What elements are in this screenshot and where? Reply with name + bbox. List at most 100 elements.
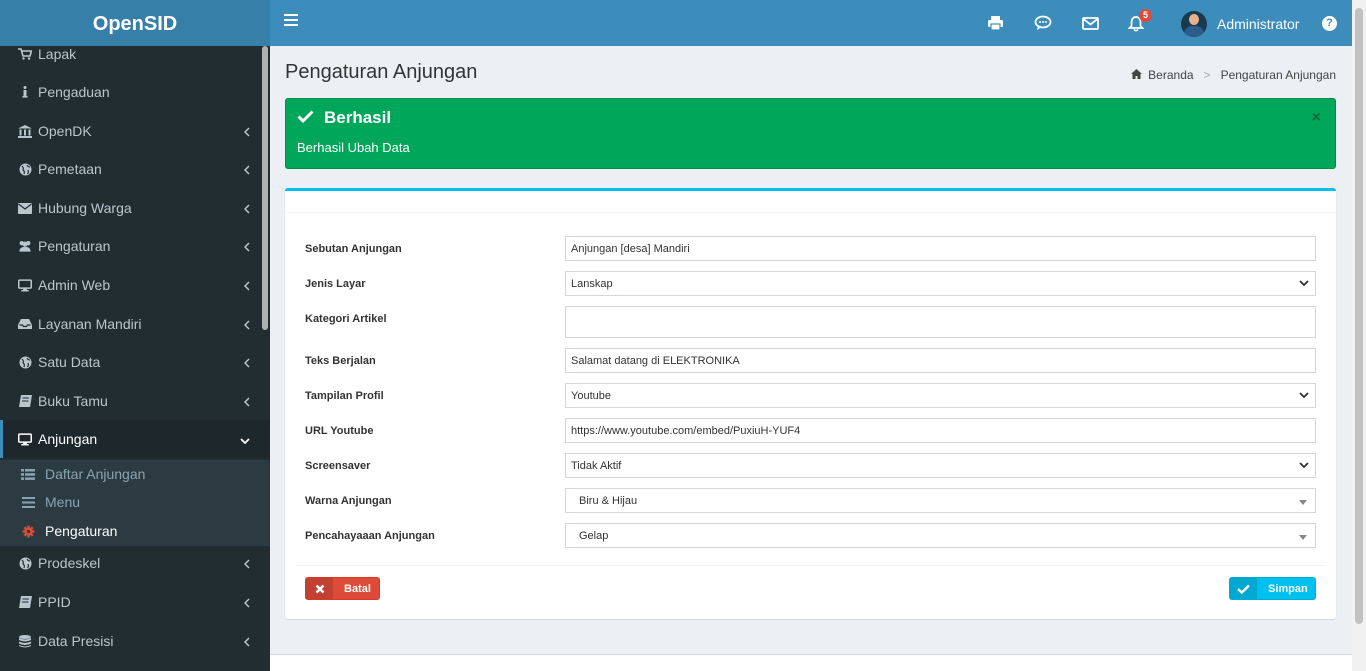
label-jenis-layar: Jenis Layar bbox=[305, 278, 366, 290]
field-value: Salamat datang di ELEKTRONIKA bbox=[571, 354, 740, 367]
chevron-left-icon bbox=[243, 595, 250, 611]
alert-title: Berhasil bbox=[297, 108, 391, 128]
sidebar-item-pengaduan[interactable]: Pengaduan bbox=[0, 73, 270, 111]
desktop-icon bbox=[18, 432, 32, 446]
close-icon[interactable]: × bbox=[1312, 109, 1321, 127]
chevron-left-icon bbox=[243, 634, 250, 650]
gear-icon bbox=[21, 525, 35, 538]
chevron-left-icon bbox=[243, 201, 250, 217]
page-scrollbar[interactable] bbox=[1352, 0, 1366, 671]
field-value: Anjungan [desa] Mandiri bbox=[571, 242, 690, 255]
book-icon bbox=[18, 596, 32, 608]
printer-icon[interactable] bbox=[984, 12, 1006, 34]
sidebar-item-pengaturan[interactable]: Pengaturan bbox=[0, 227, 270, 265]
field-value: Biru & Hijau bbox=[579, 494, 638, 507]
chevron-left-icon bbox=[243, 317, 250, 333]
chevron-left-icon bbox=[243, 355, 250, 371]
inbox-icon bbox=[18, 318, 32, 330]
sidebar-item-label: Satu Data bbox=[38, 354, 101, 370]
envelope-icon bbox=[18, 202, 32, 214]
sidebar-item-layanan-mandiri[interactable]: Layanan Mandiri bbox=[0, 305, 270, 343]
tampilan-profil-select[interactable]: Youtube bbox=[565, 383, 1316, 408]
label-url-youtube: URL Youtube bbox=[305, 425, 374, 437]
chevron-left-icon bbox=[243, 556, 250, 572]
sidebar-item-buku-tamu[interactable]: Buku Tamu bbox=[0, 382, 270, 420]
submenu-item-daftar-anjungan[interactable]: Daftar Anjungan bbox=[0, 460, 270, 488]
database-icon bbox=[18, 634, 32, 648]
globe-icon bbox=[18, 356, 32, 369]
book-icon bbox=[18, 395, 32, 407]
sidebar-item-label: Pemetaan bbox=[38, 161, 102, 177]
desktop-icon bbox=[18, 278, 32, 292]
page-footer bbox=[270, 654, 1352, 671]
box-header-divider bbox=[285, 212, 1336, 213]
app-logo[interactable]: OpenSID bbox=[0, 0, 270, 46]
sidebar-item-data-presisi[interactable]: Data Presisi bbox=[0, 622, 270, 660]
globe-icon bbox=[18, 163, 32, 176]
list-icon bbox=[21, 468, 35, 480]
breadcrumb-separator: > bbox=[1203, 68, 1211, 82]
sidebar-item-pemetaan[interactable]: Pemetaan bbox=[0, 150, 270, 188]
avatar bbox=[1181, 11, 1207, 37]
label-tampilan-profil: Tampilan Profil bbox=[305, 390, 384, 402]
sidebar-item-ppid[interactable]: PPID bbox=[0, 583, 270, 621]
submenu-item-label: Menu bbox=[45, 494, 81, 510]
sidebar-item-label: Lapak bbox=[38, 46, 77, 62]
sidebar-item-label: Anjungan bbox=[38, 431, 98, 447]
help-icon[interactable]: ? bbox=[1322, 16, 1337, 31]
sebutan-anjungan-input[interactable]: Anjungan [desa] Mandiri bbox=[565, 236, 1316, 261]
teks-berjalan-input[interactable]: Salamat datang di ELEKTRONIKA bbox=[565, 348, 1316, 373]
sidebar-toggle-icon[interactable] bbox=[284, 14, 298, 30]
kategori-artikel-multiselect[interactable] bbox=[565, 306, 1316, 338]
sidebar-item-anjungan[interactable]: Anjungan bbox=[0, 420, 270, 458]
sidebar-scrollbar[interactable] bbox=[262, 46, 268, 330]
bars-icon bbox=[21, 496, 35, 508]
breadcrumb-home-link[interactable]: Beranda bbox=[1148, 68, 1193, 82]
user-menu[interactable]: Administrator bbox=[1181, 10, 1299, 38]
sidebar-item-hubung-warga[interactable]: Hubung Warga bbox=[0, 189, 270, 227]
check-icon bbox=[1230, 578, 1257, 599]
sidebar: Lapak Pengaduan OpenDK Pemetaan Hubung W… bbox=[0, 46, 270, 671]
field-value: Tidak Aktif bbox=[571, 459, 622, 472]
chevron-down-icon bbox=[1299, 460, 1309, 472]
warna-anjungan-select[interactable]: Biru & Hijau bbox=[565, 488, 1316, 513]
label-kategori-artikel: Kategori Artikel bbox=[305, 313, 387, 325]
jenis-layar-select[interactable]: Lanskap bbox=[565, 271, 1316, 296]
cancel-button[interactable]: Batal bbox=[305, 577, 380, 600]
caret-down-icon bbox=[1299, 500, 1307, 505]
cart-icon bbox=[18, 48, 32, 60]
chevron-left-icon bbox=[243, 124, 250, 140]
sidebar-item-lapak[interactable]: Lapak bbox=[0, 46, 270, 73]
sidebar-item-label: Prodeskel bbox=[38, 555, 101, 571]
url-youtube-input[interactable]: https://www.youtube.com/embed/PuxiuH-YUF… bbox=[565, 418, 1316, 443]
chevron-down-icon bbox=[1299, 278, 1309, 290]
pencahayaan-anjungan-select[interactable]: Gelap bbox=[565, 523, 1316, 548]
chevron-down-icon bbox=[240, 432, 250, 448]
sidebar-item-prodeskel[interactable]: Prodeskel bbox=[0, 544, 270, 582]
label-teks-berjalan: Teks Berjalan bbox=[305, 355, 376, 367]
mail-icon[interactable] bbox=[1079, 12, 1101, 34]
sidebar-item-label: Admin Web bbox=[38, 277, 111, 293]
sidebar-item-opendk[interactable]: OpenDK bbox=[0, 112, 270, 150]
box-footer-divider bbox=[295, 565, 1326, 566]
page-scrollbar-thumb[interactable] bbox=[1355, 8, 1363, 624]
sidebar-item-label: Hubung Warga bbox=[38, 200, 132, 216]
chat-icon[interactable] bbox=[1032, 12, 1054, 34]
sidebar-item-satu-data[interactable]: Satu Data bbox=[0, 343, 270, 381]
institution-icon bbox=[18, 124, 32, 138]
field-value: Youtube bbox=[571, 389, 611, 402]
screensaver-select[interactable]: Tidak Aktif bbox=[565, 453, 1316, 478]
sidebar-item-admin-web[interactable]: Admin Web bbox=[0, 266, 270, 304]
anjungan-submenu: Daftar Anjungan Menu Pengaturan bbox=[0, 460, 270, 546]
submenu-item-label: Daftar Anjungan bbox=[45, 466, 146, 482]
sidebar-item-label: Data Presisi bbox=[38, 633, 114, 649]
breadcrumb-current: Pengaturan Anjungan bbox=[1220, 68, 1336, 82]
submenu-item-pengaturan[interactable]: Pengaturan bbox=[0, 517, 270, 545]
label-screensaver: Screensaver bbox=[305, 460, 371, 472]
notification-badge: 5 bbox=[1139, 9, 1152, 22]
info-icon bbox=[18, 86, 32, 98]
notification-bell-icon[interactable]: 5 bbox=[1125, 9, 1152, 34]
submenu-item-menu[interactable]: Menu bbox=[0, 488, 270, 516]
save-button[interactable]: Simpan bbox=[1229, 577, 1316, 600]
success-alert: Berhasil Berhasil Ubah Data × bbox=[285, 98, 1336, 169]
